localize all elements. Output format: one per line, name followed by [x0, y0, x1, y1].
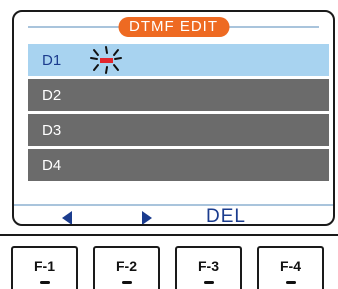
screen-title: DTMF EDIT — [118, 17, 229, 37]
lcd-screen: DTMF EDIT D1 D2 D3 D4 DEL — [12, 10, 335, 226]
f3-key[interactable]: F-3 — [175, 246, 242, 289]
left-arrow-icon[interactable] — [62, 210, 72, 224]
title-bar: DTMF EDIT — [14, 12, 333, 40]
f2-key[interactable]: F-2 — [93, 246, 160, 289]
list-item-label: D1 — [42, 52, 62, 69]
f4-key[interactable]: F-4 — [257, 246, 324, 289]
dtmf-memory-list: D1 D2 D3 D4 — [28, 44, 329, 184]
list-item-d4[interactable]: D4 — [28, 149, 329, 184]
function-key-row: F-1 F-2 F-3 F-4 — [0, 234, 338, 289]
list-item-d3[interactable]: D3 — [28, 114, 329, 149]
f1-key[interactable]: F-1 — [11, 246, 78, 289]
key-indicator-icon — [285, 281, 296, 284]
list-item-label: D2 — [42, 87, 62, 104]
list-item-label: D4 — [42, 157, 62, 174]
blinking-cursor-icon — [78, 44, 148, 76]
del-softkey[interactable]: DEL — [206, 206, 246, 224]
key-indicator-icon — [39, 281, 50, 284]
list-item-label: D3 — [42, 122, 62, 139]
f4-key-label: F-4 — [280, 258, 301, 274]
key-indicator-icon — [121, 281, 132, 284]
list-item-d2[interactable]: D2 — [28, 79, 329, 114]
f3-key-label: F-3 — [198, 258, 219, 274]
f1-key-label: F-1 — [34, 258, 55, 274]
cursor-bar — [100, 58, 113, 63]
right-arrow-icon[interactable] — [142, 210, 152, 224]
softkey-bar: DEL — [14, 204, 333, 224]
list-item-d1[interactable]: D1 — [28, 44, 329, 79]
f2-key-label: F-2 — [116, 258, 137, 274]
key-indicator-icon — [203, 281, 214, 284]
